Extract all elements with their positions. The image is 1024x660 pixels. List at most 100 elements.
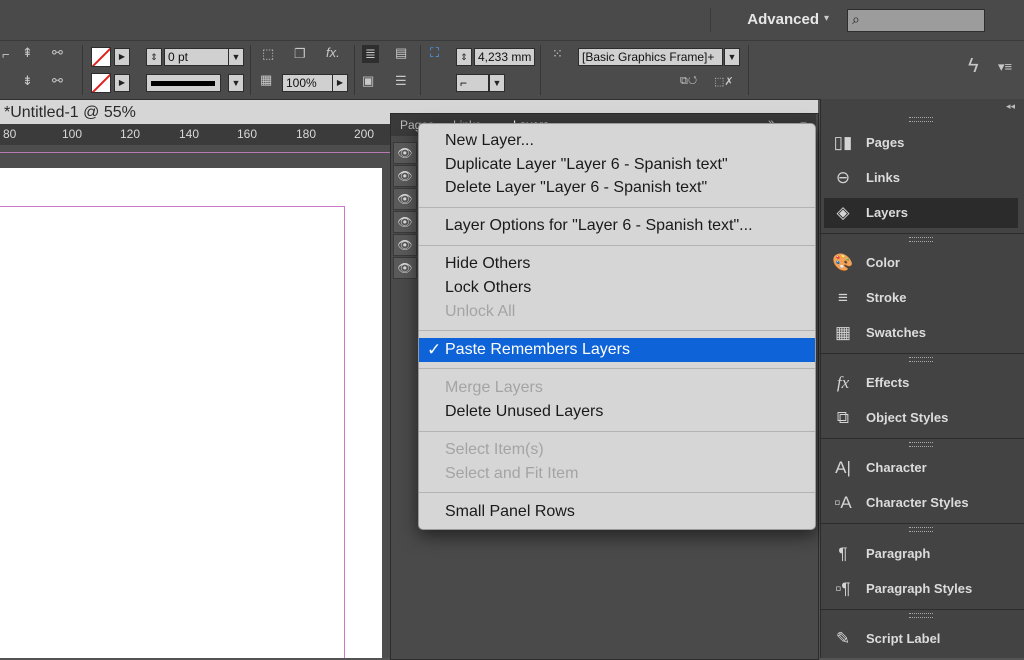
ruler-tick: 120 — [120, 127, 141, 141]
drag-grip[interactable] — [909, 442, 933, 447]
menu-item-select-items: Select Item(s) — [445, 441, 544, 458]
menu-item-new-layer[interactable]: New Layer... — [419, 129, 815, 153]
frame-grid-icon[interactable]: ⁙ — [552, 46, 563, 62]
workspace-switcher[interactable]: Advanced — [747, 11, 819, 28]
divider — [250, 45, 251, 95]
chevron-down-icon[interactable]: ▾ — [824, 13, 829, 24]
shadow-icon[interactable]: ❐ — [294, 46, 306, 62]
drag-grip[interactable] — [909, 613, 933, 618]
dock-item-character[interactable]: A| Character — [824, 453, 1018, 483]
corner-shape-dropdown[interactable]: ▼ — [489, 74, 505, 92]
links-icon: ⊖ — [835, 168, 851, 187]
dock-item-layers[interactable]: ◈ Layers — [824, 198, 1018, 228]
eye-icon[interactable]: 👁 — [393, 257, 417, 279]
stroke-menu-button[interactable]: ▶ — [114, 74, 130, 92]
stroke-icon: ≡ — [838, 288, 848, 307]
checkmark-icon: ✓ — [427, 340, 442, 359]
reference-point-icon[interactable]: ⌐ — [2, 47, 10, 62]
distribute-icon[interactable]: ⚯ — [52, 45, 63, 61]
opacity-icon: ▦ — [260, 72, 273, 87]
align-icon[interactable]: ⇞ — [22, 45, 33, 61]
fill-swatch[interactable] — [91, 47, 111, 67]
stroke-weight-dropdown[interactable]: ▼ — [228, 48, 244, 66]
effects-fx-icon[interactable]: fx. — [326, 45, 340, 60]
margin-guide — [0, 206, 345, 658]
dock-item-character-styles[interactable]: ▫A Character Styles — [824, 488, 1018, 518]
menu-separator — [419, 368, 815, 369]
drag-grip[interactable] — [909, 237, 933, 242]
divider — [820, 438, 1024, 439]
menu-item-small-panel-rows[interactable]: Small Panel Rows — [419, 500, 815, 524]
corner-shape-select[interactable]: ⌐ — [456, 74, 489, 92]
dock-item-object-styles[interactable]: ⧉ Object Styles — [824, 403, 1018, 433]
eye-icon[interactable]: 👁 — [393, 165, 417, 187]
search-icon: ⌕ — [852, 11, 860, 27]
collapse-dock-icon[interactable]: ◂◂ — [1006, 101, 1015, 112]
opacity-slider-button[interactable]: ▶ — [332, 74, 348, 92]
drag-grip[interactable] — [909, 117, 933, 122]
menu-item-paste-remembers-layers[interactable]: ✓ Paste Remembers Layers — [419, 338, 815, 362]
stroke-swatch[interactable] — [91, 73, 111, 93]
dock-item-color[interactable]: 🎨 Color — [824, 248, 1018, 278]
eye-icon[interactable]: 👁 — [393, 234, 417, 256]
dock-item-paragraph-styles[interactable]: ▫¶ Paragraph Styles — [824, 574, 1018, 604]
divider — [820, 233, 1024, 234]
dock-item-pages[interactable]: ▯▮ Pages — [824, 128, 1018, 158]
dock-item-swatches[interactable]: ▦ Swatches — [824, 318, 1018, 348]
menu-item-merge-layers: Merge Layers — [445, 379, 543, 396]
ruler-tick: 160 — [237, 127, 258, 141]
clear-overrides-icon[interactable]: ⧉↺ — [680, 75, 697, 88]
ruler-tick: 200 — [354, 127, 375, 141]
fill-menu-button[interactable]: ▶ — [114, 48, 130, 66]
dock-item-effects[interactable]: fx Effects — [824, 368, 1018, 398]
text-wrap-jump-icon[interactable]: ☰ — [395, 73, 407, 89]
divider — [354, 45, 355, 95]
ruler-tick: 140 — [179, 127, 200, 141]
ruler-tick: 180 — [296, 127, 317, 141]
menu-item-hide-others[interactable]: Hide Others — [419, 252, 815, 276]
search-input[interactable]: ⌕ — [847, 9, 985, 32]
width-input[interactable]: 4,233 mm — [474, 48, 535, 66]
drag-grip[interactable] — [909, 357, 933, 362]
lightning-icon[interactable]: ϟ — [968, 55, 979, 78]
eye-icon[interactable]: 👁 — [393, 211, 417, 233]
width-stepper[interactable]: ⇕ — [456, 48, 472, 66]
clear-non-defined-icon[interactable]: ⬚✗ — [714, 75, 734, 88]
document-tab[interactable]: *Untitled-1 @ 55% — [4, 104, 136, 122]
distribute-vertical-icon[interactable]: ⚯ — [52, 73, 63, 89]
opacity-input[interactable]: 100% — [282, 74, 333, 92]
object-style-dropdown[interactable]: ▼ — [724, 48, 740, 66]
menu-item-delete-unused-layers[interactable]: Delete Unused Layers — [419, 400, 815, 424]
menu-item-layer-options[interactable]: Layer Options for "Layer 6 - Spanish tex… — [419, 214, 815, 238]
menu-item-delete-layer[interactable]: Delete Layer "Layer 6 - Spanish text" — [419, 176, 815, 200]
menu-item-lock-others[interactable]: Lock Others — [419, 276, 815, 300]
divider — [820, 523, 1024, 524]
eye-icon[interactable]: 👁 — [393, 142, 417, 164]
stroke-weight-stepper[interactable]: ⇕ — [146, 48, 162, 66]
menu-item-select-and-fit: Select and Fit Item — [445, 465, 579, 482]
align-vertical-icon[interactable]: ⇟ — [22, 73, 33, 89]
text-wrap-shape-icon[interactable]: ▣ — [362, 73, 374, 89]
dock-item-paragraph[interactable]: ¶ Paragraph — [824, 539, 1018, 569]
text-wrap-bbox-icon[interactable]: ▤ — [395, 45, 407, 61]
stroke-type-dropdown[interactable]: ▼ — [228, 74, 244, 92]
dock-item-links[interactable]: ⊖ Links — [824, 163, 1018, 193]
drag-grip[interactable] — [909, 527, 933, 532]
eye-icon[interactable]: 👁 — [393, 188, 417, 210]
paragraph-icon: ¶ — [838, 544, 848, 563]
character-icon: A| — [835, 458, 851, 477]
character-styles-icon: ▫A — [834, 493, 852, 512]
application-bar: Advanced ▾ ⌕ — [0, 0, 1024, 41]
text-wrap-none-icon[interactable]: ≣ — [362, 45, 379, 63]
menu-item-duplicate-layer[interactable]: Duplicate Layer "Layer 6 - Spanish text" — [419, 153, 815, 177]
control-bar: ⌐ ⇞ ⚯ ⇟ ⚯ ▶ ▶ ⇕ 0 pt ▼ ▼ ⬚ ❐ fx. ▦ 100% … — [0, 41, 1024, 100]
stroke-weight-input[interactable]: 0 pt — [164, 48, 229, 66]
corner-options-icon[interactable]: ⬚ — [262, 46, 274, 62]
stroke-type-select[interactable] — [146, 74, 221, 92]
dock-item-stroke[interactable]: ≡ Stroke — [824, 283, 1018, 313]
object-style-select[interactable]: [Basic Graphics Frame]+ — [578, 48, 723, 66]
control-panel-menu-icon[interactable]: ▾≡ — [998, 59, 1012, 75]
guide-line — [0, 152, 392, 153]
auto-fit-icon[interactable]: ⛶ — [430, 45, 439, 61]
dock-item-script-label[interactable]: ✎ Script Label — [824, 624, 1018, 654]
